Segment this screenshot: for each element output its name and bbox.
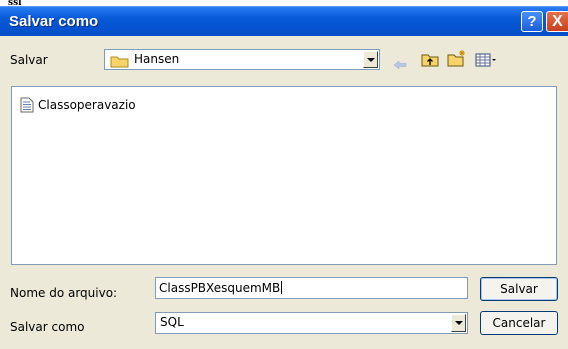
filetype-dropdown-arrow[interactable]	[451, 314, 466, 332]
cancel-button[interactable]: Cancelar	[480, 311, 558, 335]
file-name: Classoperavazio	[38, 98, 136, 112]
filetype-label: Salvar como	[10, 320, 85, 334]
filetype-value: SQL	[160, 315, 184, 329]
filename-field[interactable]: ClassPBXesquemMB	[155, 277, 468, 299]
location-dropdown-arrow[interactable]	[363, 51, 378, 68]
chevron-down-icon	[455, 321, 463, 325]
dialog-title: Salvar como	[9, 13, 99, 30]
document-icon	[20, 97, 34, 117]
location-combo[interactable]: Hansen	[104, 49, 380, 70]
view-menu-icon[interactable]	[475, 52, 497, 71]
text-caret	[281, 281, 283, 294]
location-label: Salvar	[10, 53, 48, 67]
save-as-dialog: Salvar como ? X Salvar Hansen Classopera…	[0, 6, 568, 349]
up-folder-icon[interactable]	[421, 51, 439, 71]
filetype-combo[interactable]: SQL	[155, 312, 468, 334]
title-bar[interactable]: Salvar como ? X	[0, 6, 568, 36]
new-folder-icon[interactable]	[447, 49, 467, 71]
filename-value: ClassPBXesquemMB	[159, 281, 281, 295]
file-list[interactable]: Classoperavazio	[11, 86, 557, 265]
save-button[interactable]: Salvar	[480, 277, 558, 301]
help-button[interactable]: ?	[521, 11, 543, 32]
filename-label: Nome do arquivo:	[10, 286, 118, 300]
back-arrow-icon[interactable]	[393, 55, 407, 74]
folder-icon	[110, 53, 130, 72]
close-button[interactable]: X	[546, 11, 568, 32]
location-value: Hansen	[134, 52, 180, 66]
chevron-down-icon	[367, 58, 375, 62]
